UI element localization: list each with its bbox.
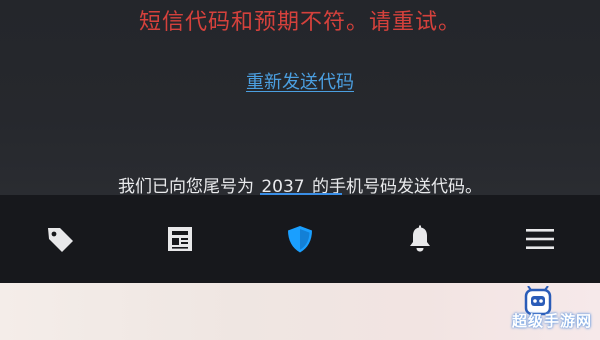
tab-menu[interactable] — [516, 215, 564, 263]
tab-guard[interactable] — [276, 215, 324, 263]
tab-store[interactable] — [36, 215, 84, 263]
code-sent-prefix: 我们已向您尾号为 — [117, 177, 260, 197]
resend-code-row: 重新发送代码 — [0, 68, 600, 94]
shield-icon — [284, 223, 316, 255]
news-icon — [165, 224, 195, 254]
tag-icon — [44, 223, 76, 255]
menu-icon — [524, 225, 556, 253]
bell-icon — [405, 224, 435, 254]
watermark-text: 超级手游网 — [511, 312, 592, 330]
verification-panel: 短信代码和预期不符。请重试。 重新发送代码 我们已向您尾号为 2037 的手机号… — [0, 0, 600, 197]
tab-news[interactable] — [156, 215, 204, 263]
error-message: 短信代码和预期不符。请重试。 — [138, 10, 461, 35]
resend-code-link[interactable]: 重新发送代码 — [246, 72, 354, 93]
bottom-tab-bar — [0, 195, 600, 283]
tab-notifications[interactable] — [396, 215, 444, 263]
